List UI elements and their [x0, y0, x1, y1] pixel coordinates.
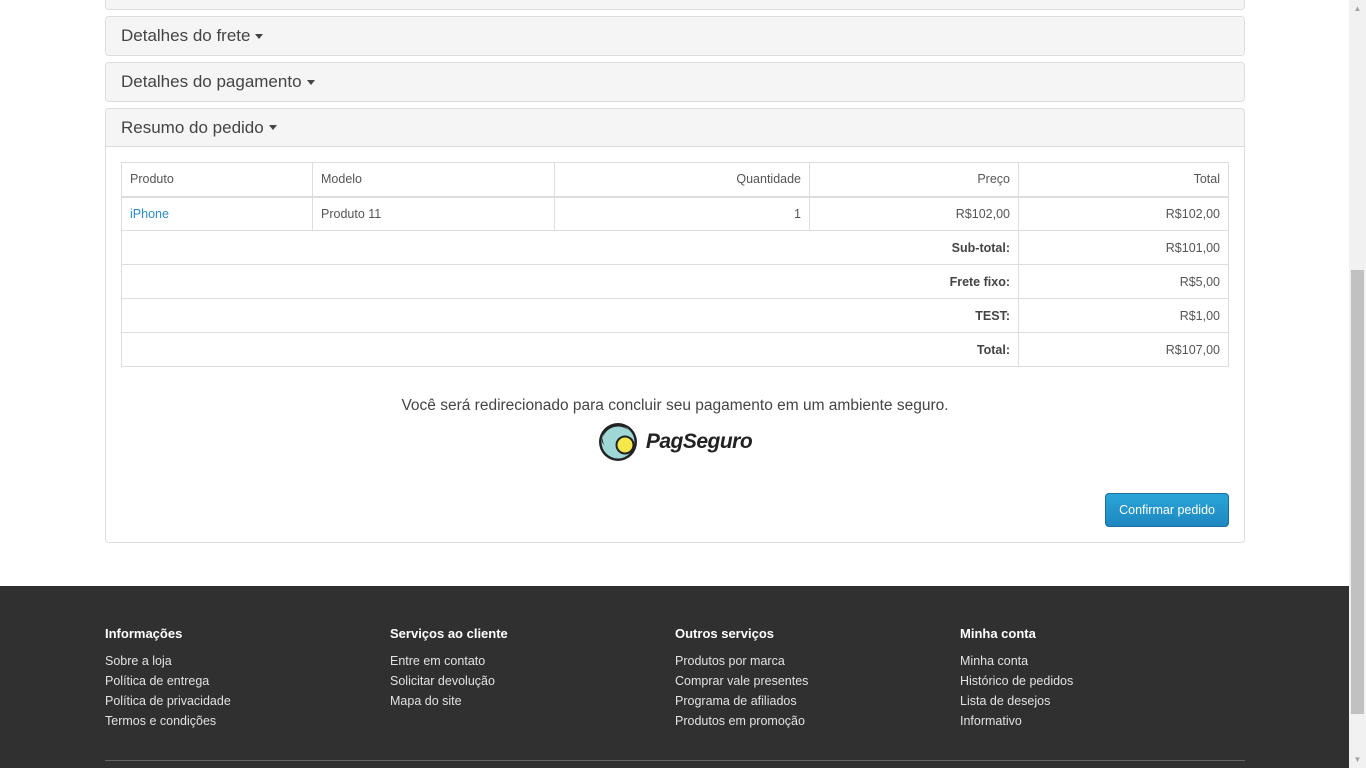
- shipping-details-toggle[interactable]: Detalhes do frete: [106, 17, 1244, 55]
- panel-heading-previous[interactable]: [106, 0, 1244, 9]
- cell-model: Produto 11: [312, 196, 555, 231]
- vertical-scrollbar[interactable]: ▲ ▼: [1349, 0, 1366, 768]
- site-footer: Informações Sobre a loja Política de ent…: [0, 586, 1349, 768]
- footer-link[interactable]: Minha conta: [960, 651, 1245, 671]
- footer-link[interactable]: Informativo: [960, 711, 1245, 731]
- footer-link[interactable]: Solicitar devolução: [390, 671, 675, 691]
- totals-row: TEST: R$1,00: [121, 298, 1229, 333]
- footer-link[interactable]: Produtos por marca: [675, 651, 960, 671]
- caret-down-icon: [306, 79, 315, 85]
- shipping-fee-value: R$5,00: [1018, 264, 1229, 299]
- product-link[interactable]: iPhone: [130, 207, 169, 221]
- scroll-down-arrow-icon[interactable]: ▼: [1349, 751, 1366, 768]
- redirect-message: Você será redirecionado para concluir se…: [401, 397, 949, 414]
- test-fee-label: TEST:: [121, 298, 1019, 333]
- footer-link[interactable]: Produtos em promoção: [675, 711, 960, 731]
- footer-columns: Informações Sobre a loja Política de ent…: [105, 626, 1245, 731]
- header-total: Total: [1018, 162, 1229, 198]
- footer-col-other-services: Outros serviços Produtos por marca Compr…: [675, 626, 960, 731]
- panel-payment: Detalhes do pagamento: [105, 62, 1245, 102]
- order-table: Produto Modelo Quantidade Preço Total iP…: [121, 162, 1229, 367]
- footer-link[interactable]: Comprar vale presentes: [675, 671, 960, 691]
- footer-link[interactable]: Programa de afiliados: [675, 691, 960, 711]
- subtotal-label: Sub-total:: [121, 230, 1019, 265]
- confirm-order-button[interactable]: Confirmar pedido: [1105, 493, 1229, 527]
- table-header-row: Produto Modelo Quantidade Preço Total: [121, 162, 1229, 198]
- footer-link[interactable]: Sobre a loja: [105, 651, 390, 671]
- payment-details-label: Detalhes do pagamento: [121, 72, 302, 91]
- footer-link[interactable]: Política de entrega: [105, 671, 390, 691]
- header-price: Preço: [809, 162, 1019, 198]
- order-summary-toggle[interactable]: Resumo do pedido: [106, 109, 1244, 147]
- header-model: Modelo: [312, 162, 555, 198]
- shipping-fee-label: Frete fixo:: [121, 264, 1019, 299]
- grand-total-label: Total:: [121, 332, 1019, 367]
- panel-shipping: Detalhes do frete: [105, 16, 1245, 56]
- footer-heading: Serviços ao cliente: [390, 626, 508, 641]
- pagseguro-logo: PagSeguro: [121, 421, 1229, 463]
- footer-link[interactable]: Histórico de pedidos: [960, 671, 1245, 691]
- footer-link[interactable]: Mapa do site: [390, 691, 675, 711]
- footer-col-my-account: Minha conta Minha conta Histórico de ped…: [960, 626, 1245, 731]
- shipping-details-label: Detalhes do frete: [121, 26, 251, 45]
- footer-link[interactable]: Política de privacidade: [105, 691, 390, 711]
- grand-total-value: R$107,00: [1018, 332, 1229, 367]
- totals-row: Total: R$107,00: [121, 332, 1229, 367]
- subtotal-value: R$101,00: [1018, 230, 1229, 265]
- footer-heading: Outros serviços: [675, 626, 774, 641]
- footer-heading: Minha conta: [960, 626, 1036, 641]
- checkout-panels: Detalhes do frete Detalhes do pagamento …: [105, 0, 1245, 549]
- footer-link[interactable]: Termos e condições: [105, 711, 390, 731]
- cell-price: R$102,00: [809, 196, 1019, 231]
- table-row: iPhone Produto 11 1 R$102,00 R$102,00: [121, 196, 1229, 231]
- footer-heading: Informações: [105, 626, 183, 641]
- scroll-up-arrow-icon[interactable]: ▲: [1349, 0, 1366, 17]
- checkout-page: Detalhes do frete Detalhes do pagamento …: [0, 0, 1349, 768]
- scrollbar-thumb[interactable]: [1351, 270, 1364, 714]
- pagseguro-logo-text: PagSeguro: [645, 430, 753, 453]
- footer-divider: [105, 760, 1245, 761]
- caret-down-icon: [268, 125, 277, 130]
- button-row: Confirmar pedido: [121, 493, 1229, 527]
- order-summary-label: Resumo do pedido: [121, 117, 264, 137]
- caret-down-icon: [255, 33, 264, 39]
- cell-product: iPhone: [121, 196, 313, 231]
- cell-total: R$102,00: [1018, 196, 1229, 231]
- panel-previous: [105, 0, 1245, 10]
- cell-quantity: 1: [554, 196, 810, 231]
- order-summary-body: Produto Modelo Quantidade Preço Total iP…: [106, 147, 1244, 542]
- test-fee-value: R$1,00: [1018, 298, 1229, 333]
- footer-link[interactable]: Lista de desejos: [960, 691, 1245, 711]
- pagseguro-logo-icon: [598, 423, 637, 461]
- header-quantity: Quantidade: [554, 162, 810, 198]
- payment-details-toggle[interactable]: Detalhes do pagamento: [106, 63, 1244, 101]
- totals-row: Frete fixo: R$5,00: [121, 264, 1229, 299]
- panel-order-summary: Resumo do pedido Produto Modelo Quantida…: [105, 108, 1245, 543]
- footer-link[interactable]: Entre em contato: [390, 651, 675, 671]
- footer-col-customer-service: Serviços ao cliente Entre em contato Sol…: [390, 626, 675, 731]
- footer-col-info: Informações Sobre a loja Política de ent…: [105, 626, 390, 731]
- header-product: Produto: [121, 162, 313, 198]
- totals-row: Sub-total: R$101,00: [121, 230, 1229, 265]
